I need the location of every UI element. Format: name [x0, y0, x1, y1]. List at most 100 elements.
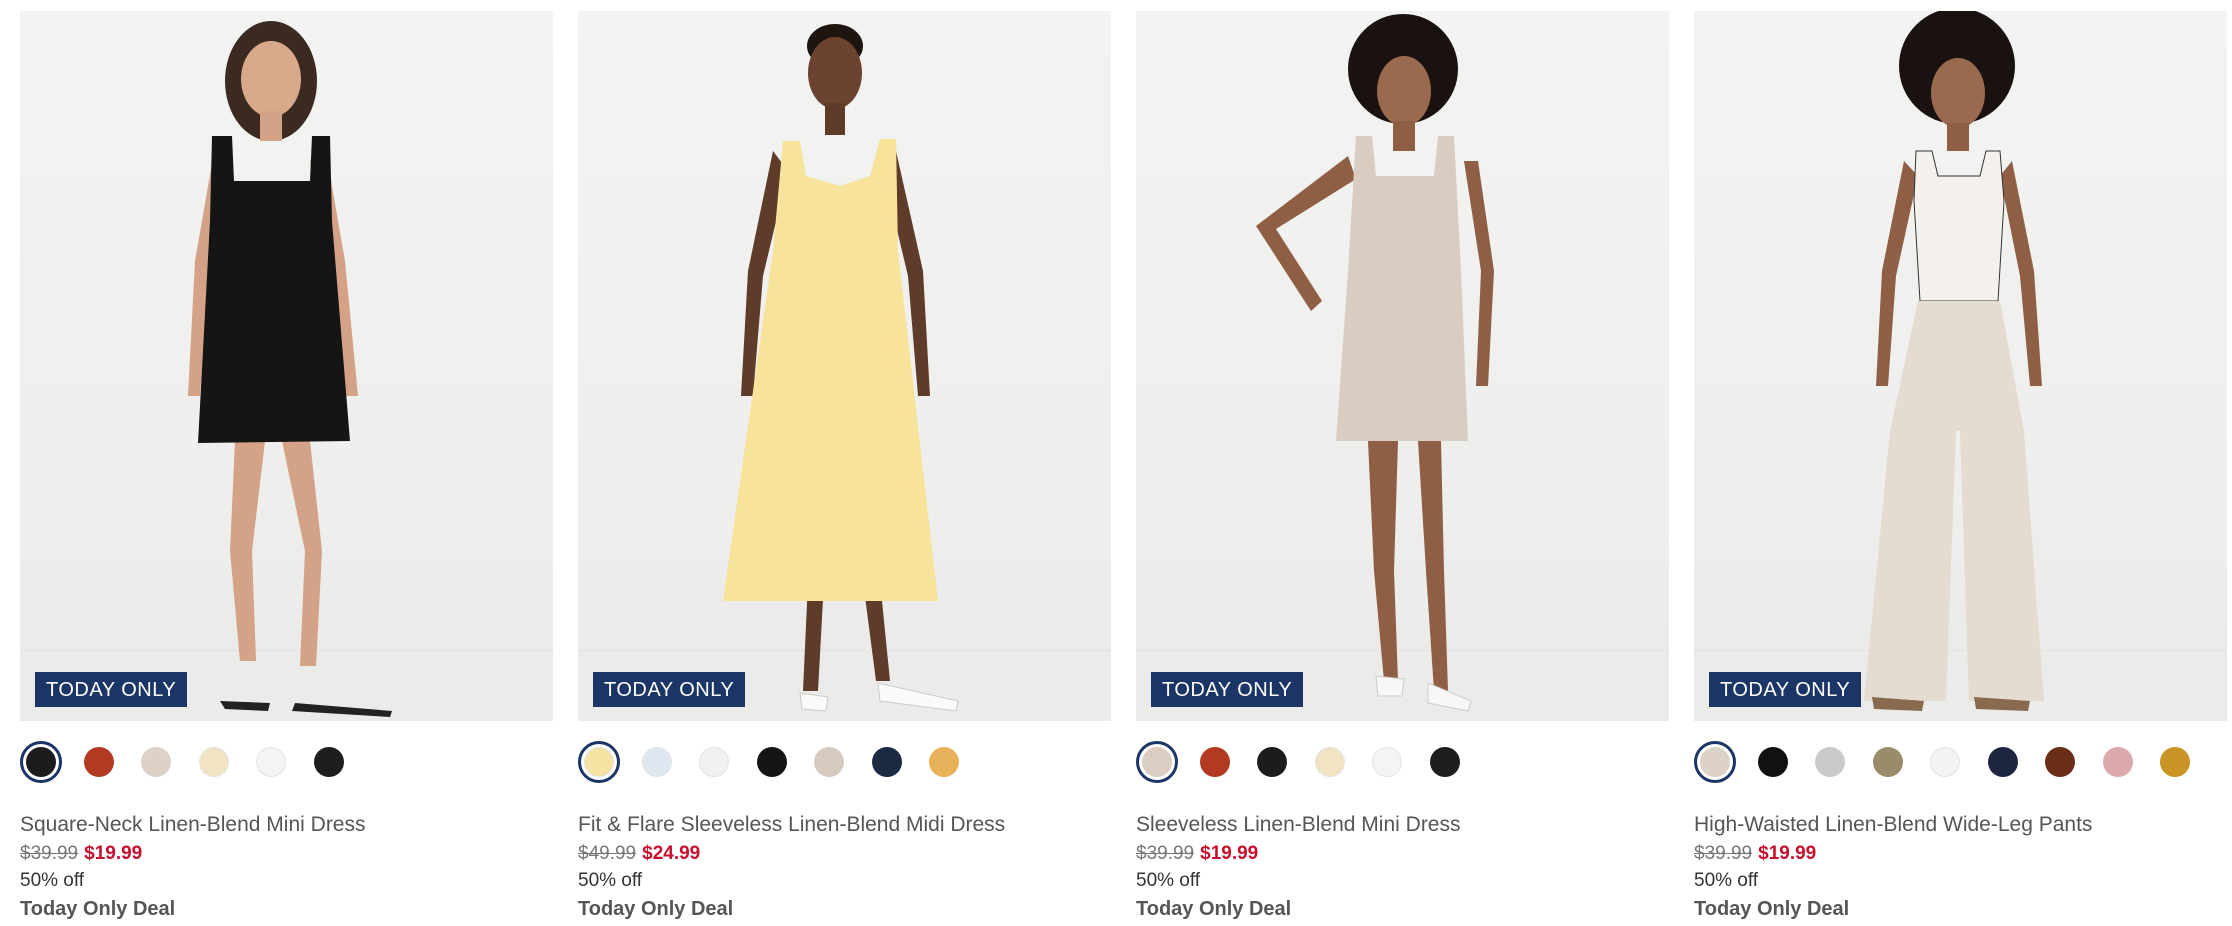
- today-only-badge: TODAY ONLY: [1709, 672, 1862, 707]
- model-figure: [188, 21, 392, 717]
- color-swatch[interactable]: [866, 741, 908, 783]
- swatch-color-dot: [1142, 747, 1172, 777]
- color-swatch[interactable]: [2097, 741, 2139, 783]
- swatch-color-dot: [1757, 747, 1788, 777]
- swatch-color-dot: [929, 747, 959, 777]
- color-swatch[interactable]: [193, 741, 235, 783]
- swatch-color-dot: [1987, 747, 2018, 777]
- swatch-color-dot: [584, 747, 614, 777]
- swatch-color-dot: [1314, 747, 1345, 777]
- product-image[interactable]: TODAY ONLY: [578, 11, 1111, 721]
- color-swatch[interactable]: [1809, 741, 1851, 783]
- color-swatch[interactable]: [578, 741, 620, 783]
- price-row: $39.99 $19.99: [1136, 842, 1669, 866]
- swatch-color-dot: [1199, 747, 1230, 777]
- color-swatch[interactable]: [1752, 741, 1794, 783]
- product-name[interactable]: Sleeveless Linen-Blend Mini Dress: [1136, 812, 1669, 838]
- discount-label: 50% off: [1136, 870, 1201, 891]
- discount-label: 50% off: [578, 870, 643, 891]
- swatch-color-dot: [313, 747, 344, 777]
- swatch-color-dot: [641, 747, 672, 777]
- original-price: $49.99: [578, 843, 637, 864]
- color-swatches: [578, 741, 1111, 783]
- swatch-color-dot: [1930, 747, 1960, 777]
- color-swatch[interactable]: [923, 741, 965, 783]
- today-only-badge: TODAY ONLY: [1151, 672, 1304, 707]
- product-name[interactable]: Fit & Flare Sleeveless Linen-Blend Midi …: [578, 812, 1111, 838]
- original-price: $39.99: [1136, 843, 1195, 864]
- swatch-color-dot: [2045, 747, 2075, 777]
- product-image[interactable]: TODAY ONLY: [1136, 11, 1669, 721]
- swatch-color-dot: [2160, 747, 2190, 777]
- color-swatch[interactable]: [1194, 741, 1236, 783]
- color-swatch[interactable]: [808, 741, 850, 783]
- color-swatch[interactable]: [250, 741, 292, 783]
- color-swatch[interactable]: [2039, 741, 2081, 783]
- today-only-badge: TODAY ONLY: [35, 672, 188, 707]
- sale-price: $19.99: [1200, 843, 1259, 864]
- model-figure: [1864, 11, 2044, 711]
- color-swatch[interactable]: [78, 741, 120, 783]
- color-swatch[interactable]: [135, 741, 177, 783]
- deal-label: Today Only Deal: [1136, 898, 1292, 920]
- today-only-badge: TODAY ONLY: [593, 672, 746, 707]
- swatch-color-dot: [814, 747, 844, 777]
- color-swatches: [20, 741, 553, 783]
- swatch-color-dot: [26, 747, 56, 777]
- sale-price: $19.99: [1758, 843, 1817, 864]
- color-swatch[interactable]: [1251, 741, 1293, 783]
- color-swatch[interactable]: [308, 741, 350, 783]
- original-price: $39.99: [20, 843, 79, 864]
- deal-label: Today Only Deal: [1694, 898, 1850, 920]
- swatch-color-dot: [1372, 747, 1402, 777]
- color-swatches: [1136, 741, 1669, 783]
- product-name[interactable]: High-Waisted Linen-Blend Wide-Leg Pants: [1694, 812, 2227, 838]
- color-swatch[interactable]: [1694, 741, 1736, 783]
- sale-price: $19.99: [84, 843, 143, 864]
- swatch-color-dot: [83, 747, 114, 777]
- color-swatch[interactable]: [1982, 741, 2024, 783]
- model-figure: [1256, 14, 1494, 712]
- sale-price: $24.99: [642, 843, 701, 864]
- swatch-color-dot: [1700, 747, 1730, 777]
- model-figure: [723, 24, 959, 712]
- swatch-color-dot: [2102, 747, 2133, 777]
- color-swatch[interactable]: [751, 741, 793, 783]
- product-name[interactable]: Square-Neck Linen-Blend Mini Dress: [20, 812, 553, 838]
- color-swatch[interactable]: [2154, 741, 2196, 783]
- color-swatch[interactable]: [1424, 741, 1466, 783]
- swatch-color-dot: [1815, 747, 1845, 777]
- swatch-color-dot: [256, 747, 286, 777]
- product-card: TODAY ONLY Square-Neck Linen-Blend Mini …: [20, 11, 553, 922]
- price-row: $39.99 $19.99: [20, 842, 553, 866]
- color-swatch[interactable]: [20, 741, 62, 783]
- color-swatch[interactable]: [1924, 741, 1966, 783]
- deal-label: Today Only Deal: [578, 898, 734, 920]
- product-card: TODAY ONLY Fit & Flare Sleeveless Linen-…: [578, 11, 1111, 922]
- product-image[interactable]: TODAY ONLY: [20, 11, 553, 721]
- swatch-color-dot: [756, 747, 787, 777]
- original-price: $39.99: [1694, 843, 1753, 864]
- color-swatch[interactable]: [1136, 741, 1178, 783]
- swatch-color-dot: [1872, 747, 1903, 777]
- price-row: $49.99 $24.99: [578, 842, 1111, 866]
- color-swatch[interactable]: [1366, 741, 1408, 783]
- swatch-color-dot: [1257, 747, 1287, 777]
- swatch-color-dot: [141, 747, 171, 777]
- discount-label: 50% off: [1694, 870, 1759, 891]
- swatch-color-dot: [198, 747, 229, 777]
- product-card: TODAY ONLY High-Waisted Linen-Blend Wide…: [1694, 11, 2227, 922]
- product-grid: TODAY ONLY Square-Neck Linen-Blend Mini …: [20, 11, 2227, 922]
- color-swatch[interactable]: [1309, 741, 1351, 783]
- color-swatch[interactable]: [636, 741, 678, 783]
- price-row: $39.99 $19.99: [1694, 842, 2227, 866]
- color-swatches: [1694, 741, 2227, 783]
- color-swatch[interactable]: [1867, 741, 1909, 783]
- discount-label: 50% off: [20, 870, 85, 891]
- swatch-color-dot: [1429, 747, 1460, 777]
- color-swatch[interactable]: [693, 741, 735, 783]
- product-image[interactable]: TODAY ONLY: [1694, 11, 2227, 721]
- deal-label: Today Only Deal: [20, 898, 176, 920]
- product-card: TODAY ONLY Sleeveless Linen-Blend Mini D…: [1136, 11, 1669, 922]
- swatch-color-dot: [699, 747, 729, 777]
